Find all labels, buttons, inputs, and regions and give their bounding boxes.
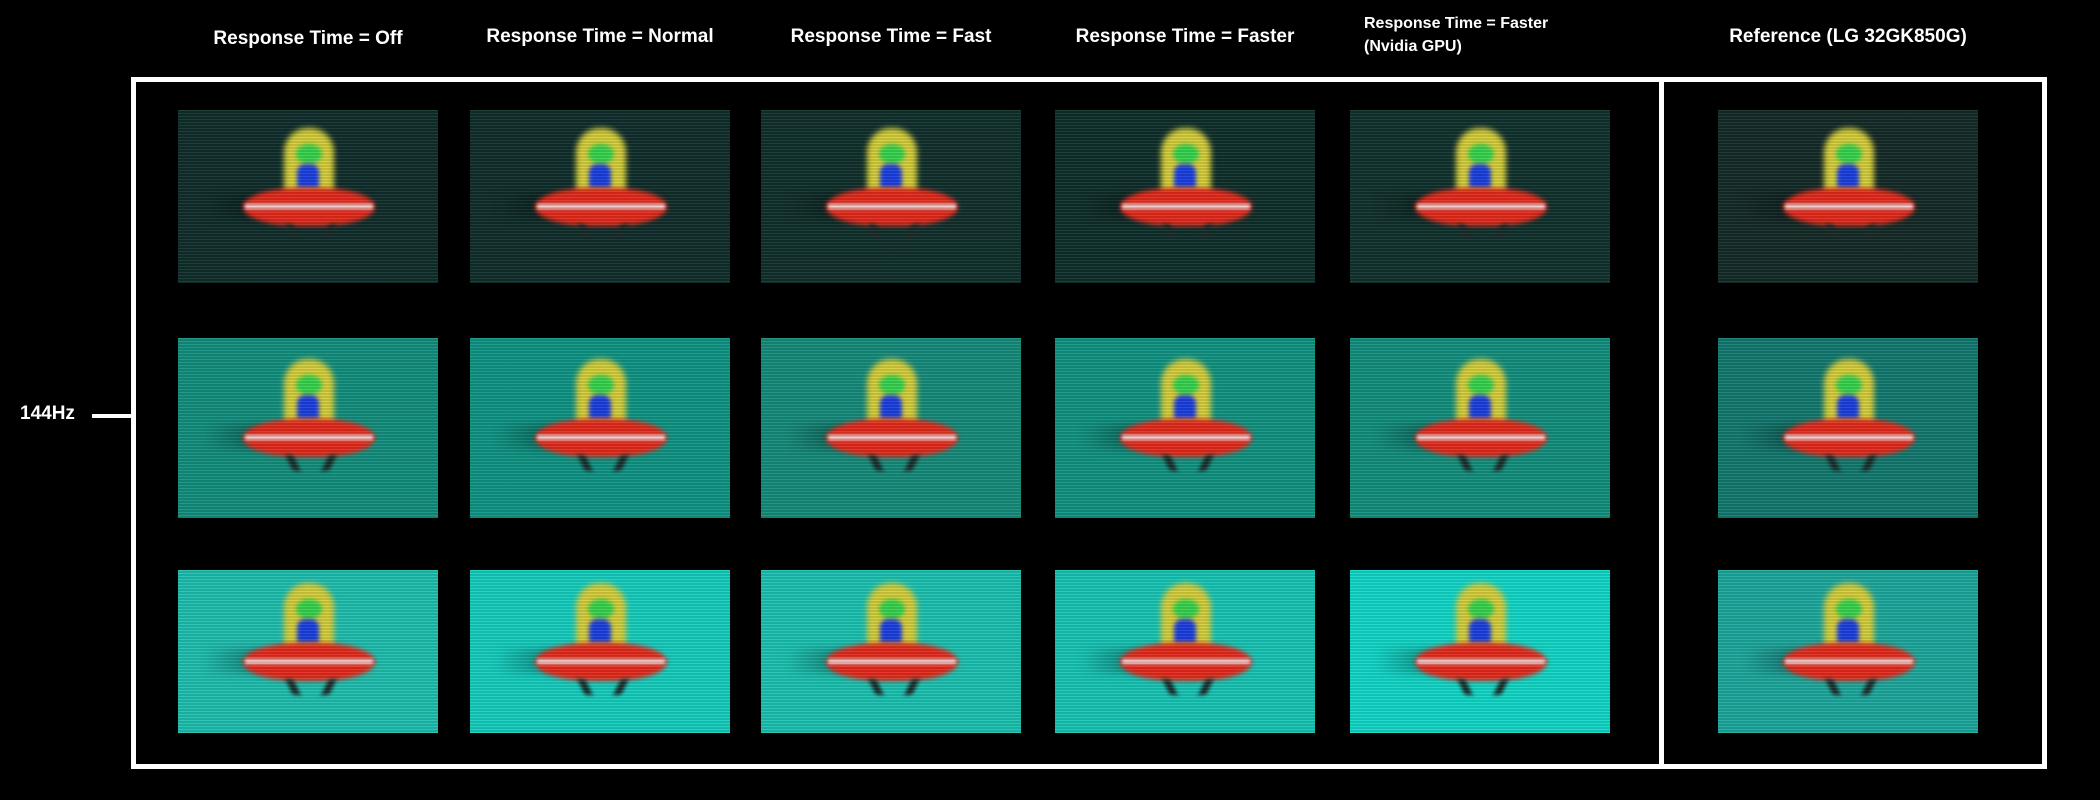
ufo-icon: [1743, 122, 1923, 272]
capture-faster-dark-background: [1055, 110, 1315, 283]
ufo-icon: [203, 353, 383, 503]
column-title-faster: Response Time = Faster: [1075, 26, 1295, 47]
ufo-icon: [203, 122, 383, 272]
ufo-icon: [1375, 122, 1555, 272]
column-title-off: Response Time = Off: [213, 28, 403, 49]
capture-off-mid-background: [178, 338, 438, 518]
capture-normal-mid-background: [470, 338, 730, 518]
capture-normal-bright-background: [470, 570, 730, 733]
ufo-icon: [1080, 122, 1260, 272]
capture-fast-bright-background: [761, 570, 1021, 733]
ufo-icon: [1080, 353, 1260, 503]
capture-reference-dark-background: [1718, 110, 1978, 283]
column-title-line1: Response Time = Faster: [1364, 15, 1549, 32]
ufo-icon: [495, 122, 675, 272]
ufo-icon: [203, 577, 383, 727]
capture-faster-nvidia-mid-background: [1350, 338, 1610, 518]
refresh-rate-label: 144Hz: [20, 403, 75, 424]
capture-fast-mid-background: [761, 338, 1021, 518]
capture-off-dark-background: [178, 110, 438, 283]
column-title-line2: (Nvidia GPU): [1364, 38, 1462, 55]
ufo-icon: [1743, 577, 1923, 727]
capture-normal-dark-background: [470, 110, 730, 283]
column-title-normal: Response Time = Normal: [486, 26, 714, 47]
capture-faster-nvidia-bright-background: [1350, 570, 1610, 733]
ufo-icon: [1743, 353, 1923, 503]
capture-reference-bright-background: [1718, 570, 1978, 733]
column-title-faster-nvidia: Response Time = Faster (Nvidia GPU): [1364, 12, 1548, 58]
reference-divider: [1659, 77, 1664, 769]
ufo-icon: [786, 577, 966, 727]
capture-faster-mid-background: [1055, 338, 1315, 518]
column-title-reference: Reference (LG 32GK850G): [1729, 26, 1967, 47]
capture-fast-dark-background: [761, 110, 1021, 283]
ufo-icon: [495, 353, 675, 503]
capture-faster-nvidia-dark-background: [1350, 110, 1610, 283]
ufo-icon: [1375, 577, 1555, 727]
ufo-icon: [495, 577, 675, 727]
column-title-fast: Response Time = Fast: [790, 26, 992, 47]
ufo-icon: [786, 353, 966, 503]
ufo-icon: [1375, 353, 1555, 503]
ufo-icon: [1080, 577, 1260, 727]
capture-off-bright-background: [178, 570, 438, 733]
capture-reference-mid-background: [1718, 338, 1978, 518]
ufo-icon: [786, 122, 966, 272]
capture-faster-bright-background: [1055, 570, 1315, 733]
refresh-rate-connector: [92, 414, 132, 418]
